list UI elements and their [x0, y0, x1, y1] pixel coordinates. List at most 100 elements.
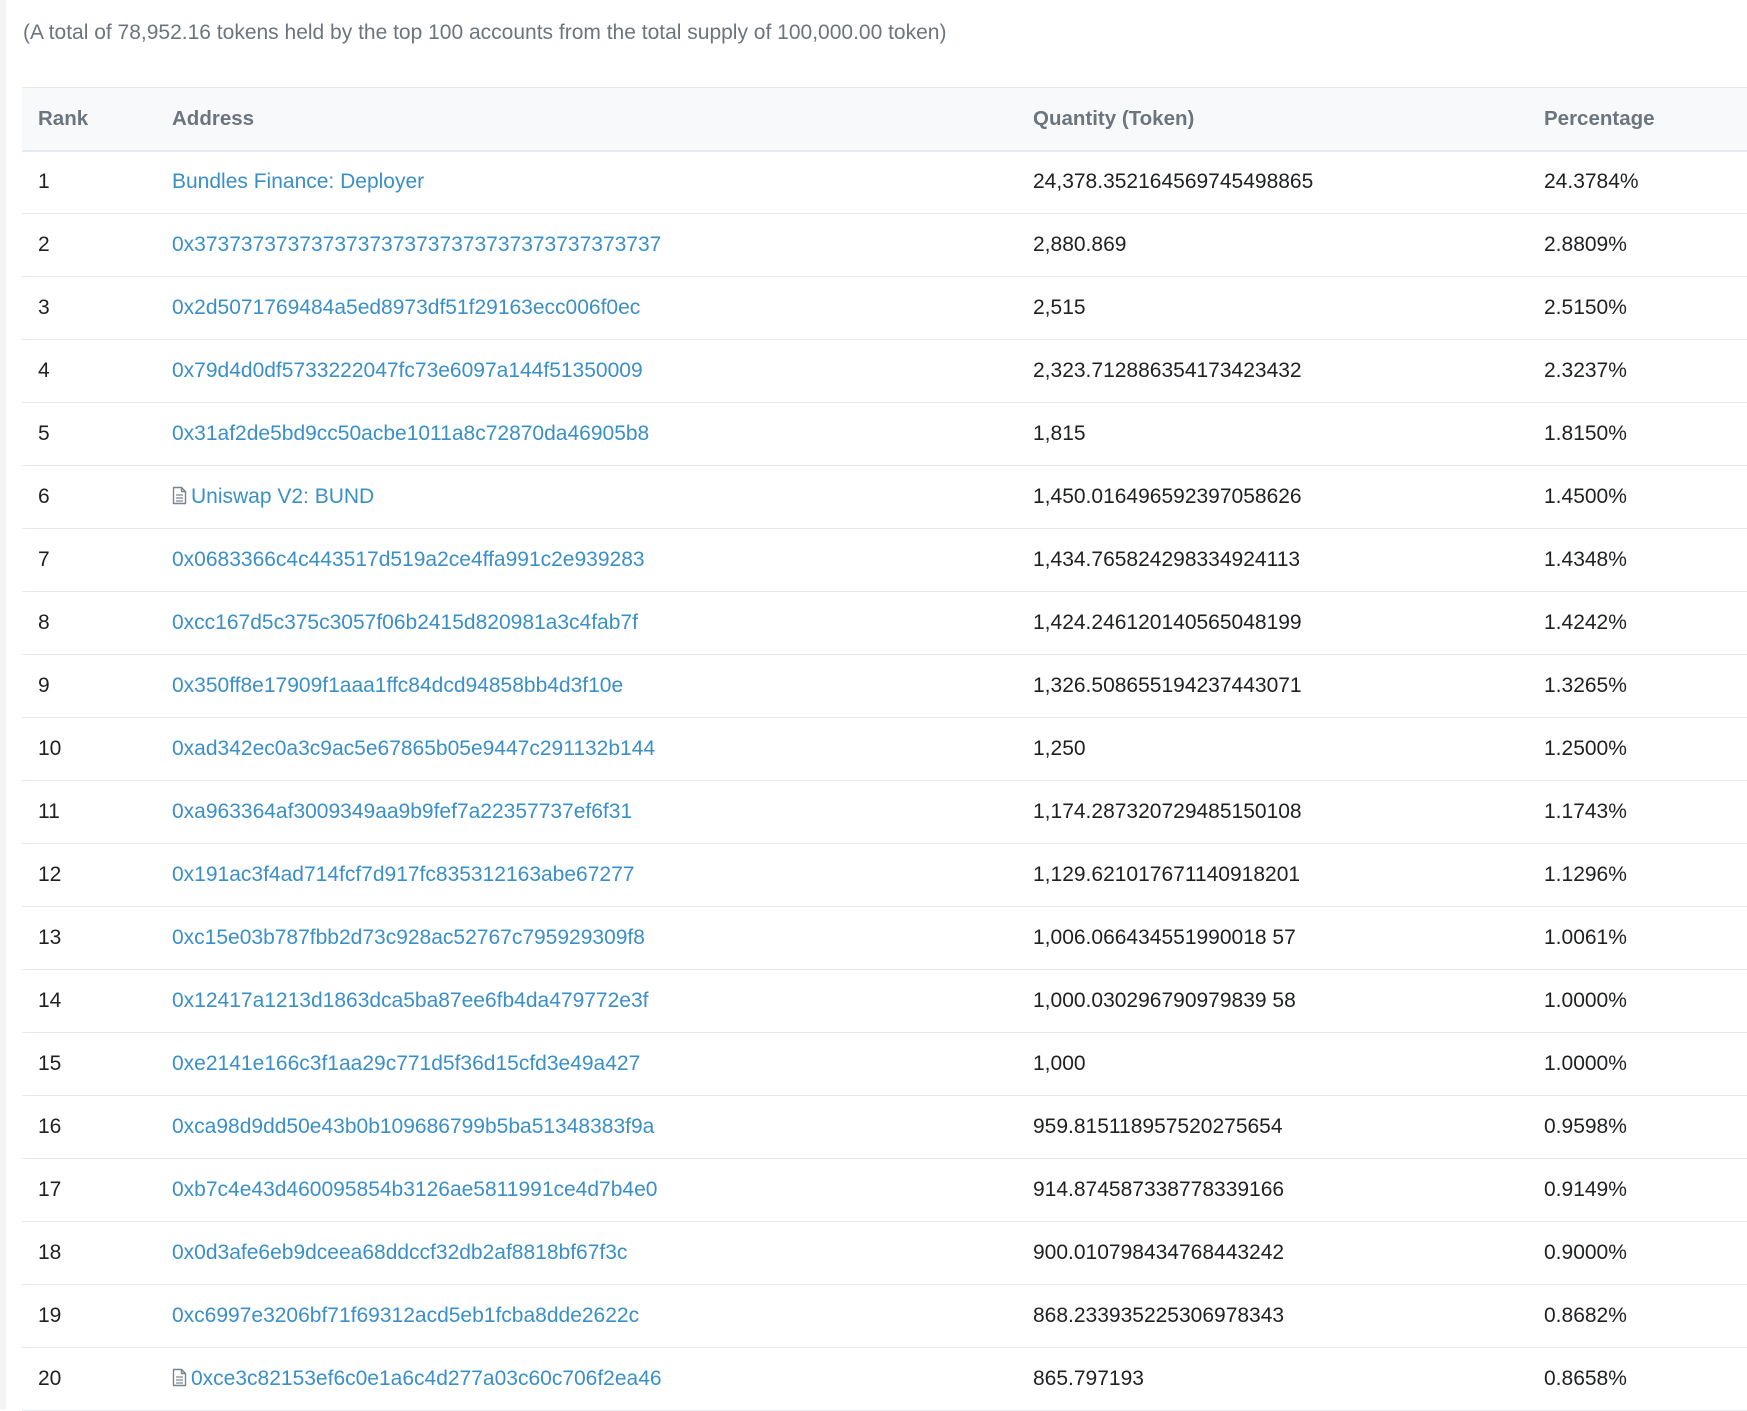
address-cell: 0xca98d9dd50e43b0b109686799b5ba51348383f…: [156, 1096, 1017, 1159]
quantity-cell: 1,174.287320729485150108: [1033, 800, 1302, 823]
address-cell: Uniswap V2: BUND: [156, 466, 1017, 529]
rank-cell: 8: [38, 611, 50, 634]
percentage-cell: 0.9598%: [1544, 1115, 1627, 1138]
table-row: 11 0xa963364af3009349aa9b9fef7a22357737ef…: [22, 781, 1747, 844]
address-cell: 0x79d4d0df5733222047fc73e6097a144f513500…: [156, 340, 1017, 403]
holder-address-link[interactable]: 0x37373737373737373737373737373737373737…: [172, 233, 661, 256]
percentage-cell: 1.1743%: [1544, 800, 1627, 823]
quantity-cell: 1,000: [1033, 1052, 1086, 1075]
holder-address-link[interactable]: 0x0d3afe6eb9dceea68ddccf32db2af8818bf67f…: [172, 1241, 627, 1264]
quantity-cell: 2,515: [1033, 296, 1086, 319]
table-row: 4 0x79d4d0df5733222047fc73e6097a144f51350…: [22, 340, 1747, 403]
address-cell: 0x350ff8e17909f1aaa1ffc84dcd94858bb4d3f1…: [156, 655, 1017, 718]
address-cell: 0x191ac3f4ad714fcf7d917fc835312163abe672…: [156, 844, 1017, 907]
percentage-cell: 0.8658%: [1544, 1367, 1627, 1390]
table-row: 17 0xb7c4e43d460095854b3126ae5811991ce4d7…: [22, 1159, 1747, 1222]
holder-address-link[interactable]: Uniswap V2: BUND: [191, 485, 374, 508]
address-cell: 0xc6997e3206bf71f69312acd5eb1fcba8dde262…: [156, 1285, 1017, 1348]
percentage-cell: 1.0000%: [1544, 989, 1627, 1012]
rank-column-header: Rank: [38, 106, 89, 130]
contract-file-icon: [172, 1368, 187, 1387]
rank-cell: 20: [38, 1367, 62, 1390]
holder-address-link[interactable]: 0xca98d9dd50e43b0b109686799b5ba51348383f…: [172, 1115, 654, 1138]
holder-address-link[interactable]: 0xb7c4e43d460095854b3126ae5811991ce4d7b4…: [172, 1178, 657, 1201]
holder-address-link[interactable]: 0x12417a1213d1863dca5ba87ee6fb4da479772e…: [172, 989, 648, 1012]
token-holders-page: (A total of 78,952.16 tokens held by the…: [0, 0, 1747, 1411]
address-cell: 0xce3c82153ef6c0e1a6c4d277a03c60c706f2ea…: [156, 1348, 1017, 1411]
header-row: Rank Address Quantity (Token) Percentage: [22, 87, 1747, 151]
holder-address-link[interactable]: 0xad342ec0a3c9ac5e67865b05e9447c291132b1…: [172, 737, 655, 760]
quantity-cell: 900.010798434768443242: [1033, 1241, 1285, 1264]
percentage-cell: 1.3265%: [1544, 674, 1627, 697]
address-cell: 0xe2141e166c3f1aa29c771d5f36d15cfd3e49a4…: [156, 1033, 1017, 1096]
holder-address-link[interactable]: 0xce3c82153ef6c0e1a6c4d277a03c60c706f2ea…: [191, 1367, 662, 1390]
quantity-cell: 959.815118957520275654: [1033, 1115, 1283, 1138]
table-row: 15 0xe2141e166c3f1aa29c771d5f36d15cfd3e49…: [22, 1033, 1747, 1096]
table-row: 10 0xad342ec0a3c9ac5e67865b05e9447c291132…: [22, 718, 1747, 781]
table-row: 18 0x0d3afe6eb9dceea68ddccf32db2af8818bf6…: [22, 1222, 1747, 1285]
percentage-cell: 0.8682%: [1544, 1304, 1627, 1327]
table-row: 3 0x2d5071769484a5ed8973df51f29163ecc006f…: [22, 277, 1747, 340]
rank-cell: 13: [38, 926, 62, 949]
holder-address-link[interactable]: 0x2d5071769484a5ed8973df51f29163ecc006f0…: [172, 296, 640, 319]
quantity-cell: 2,323.712886354173423432: [1033, 359, 1302, 382]
address-cell: 0x12417a1213d1863dca5ba87ee6fb4da479772e…: [156, 970, 1017, 1033]
table-row: 13 0xc15e03b787fbb2d73c928ac52767c7959293…: [22, 907, 1747, 970]
quantity-cell: 868.233935225306978343: [1033, 1304, 1285, 1327]
percentage-cell: 0.9149%: [1544, 1178, 1627, 1201]
table-row: 16 0xca98d9dd50e43b0b109686799b5ba5134838…: [22, 1096, 1747, 1159]
quantity-cell: 865.797193: [1033, 1367, 1144, 1390]
table-row: 1 Bundles Finance: Deployer 24,378.3521645…: [22, 151, 1747, 214]
holder-address-link[interactable]: 0x191ac3f4ad714fcf7d917fc835312163abe672…: [172, 863, 634, 886]
quantity-cell: 1,250: [1033, 737, 1086, 760]
rank-cell: 12: [38, 863, 62, 886]
holder-address-link[interactable]: 0x350ff8e17909f1aaa1ffc84dcd94858bb4d3f1…: [172, 674, 623, 697]
rank-cell: 11: [38, 800, 60, 823]
address-cell: 0x31af2de5bd9cc50acbe1011a8c72870da46905…: [156, 403, 1017, 466]
rank-cell: 2: [38, 233, 50, 256]
address-cell: 0x0683366c4c443517d519a2ce4ffa991c2e9392…: [156, 529, 1017, 592]
table-row: 9 0x350ff8e17909f1aaa1ffc84dcd94858bb4d3f…: [22, 655, 1747, 718]
address-column-header: Address: [172, 106, 255, 130]
address-cell: 0xa963364af3009349aa9b9fef7a22357737ef6f…: [156, 781, 1017, 844]
holder-address-link[interactable]: Bundles Finance: Deployer: [172, 170, 424, 193]
table-row: 20 0xce3c82153ef6c0e1a6c4d277a03c60c706f2…: [22, 1348, 1747, 1411]
percentage-cell: 1.4500%: [1544, 485, 1627, 508]
holder-address-link[interactable]: 0xcc167d5c375c3057f06b2415d820981a3c4fab…: [172, 611, 638, 634]
rank-cell: 5: [38, 422, 50, 445]
percentage-cell: 1.0061%: [1544, 926, 1627, 949]
quantity-cell: 914.874587338778339166: [1033, 1178, 1285, 1201]
rank-cell: 16: [38, 1115, 62, 1138]
table-row: 8 0xcc167d5c375c3057f06b2415d820981a3c4fa…: [22, 592, 1747, 655]
percentage-cell: 24.3784%: [1544, 170, 1639, 194]
percentage-cell: 1.2500%: [1544, 737, 1627, 760]
contract-file-icon: [172, 486, 187, 505]
table-row: 14 0x12417a1213d1863dca5ba87ee6fb4da47977…: [22, 970, 1747, 1033]
address-cell: 0xcc167d5c375c3057f06b2415d820981a3c4fab…: [156, 592, 1017, 655]
holder-address-link[interactable]: 0x0683366c4c443517d519a2ce4ffa991c2e9392…: [172, 548, 645, 571]
table-row: 12 0x191ac3f4ad714fcf7d917fc835312163abe6…: [22, 844, 1747, 907]
address-cell: 0x2d5071769484a5ed8973df51f29163ecc006f0…: [156, 277, 1017, 340]
rank-cell: 9: [38, 674, 50, 697]
percentage-cell: 2.8809%: [1544, 233, 1627, 256]
holder-address-link[interactable]: 0xe2141e166c3f1aa29c771d5f36d15cfd3e49a4…: [172, 1052, 640, 1075]
address-cell: 0xb7c4e43d460095854b3126ae5811991ce4d7b4…: [156, 1159, 1017, 1222]
quantity-cell: 1,006.066434551990018 57: [1033, 926, 1296, 949]
holder-address-link[interactable]: 0x31af2de5bd9cc50acbe1011a8c72870da46905…: [172, 422, 649, 445]
rank-cell: 6: [38, 485, 50, 508]
holder-address-link[interactable]: 0xc15e03b787fbb2d73c928ac52767c795929309…: [172, 926, 645, 949]
holder-address-link[interactable]: 0xc6997e3206bf71f69312acd5eb1fcba8dde262…: [172, 1304, 639, 1327]
holder-address-link[interactable]: 0x79d4d0df5733222047fc73e6097a144f513500…: [172, 359, 643, 382]
quantity-cell: 1,000.030296790979839 58: [1033, 989, 1296, 1012]
quantity-column-header: Quantity (Token): [1033, 106, 1195, 130]
quantity-cell: 1,424.246120140565048199: [1033, 611, 1302, 634]
holder-address-link[interactable]: 0xa963364af3009349aa9b9fef7a22357737ef6f…: [172, 800, 632, 823]
table-row: 5 0x31af2de5bd9cc50acbe1011a8c72870da4690…: [22, 403, 1747, 466]
rank-cell: 1: [38, 170, 50, 194]
rank-cell: 3: [38, 296, 50, 319]
rank-cell: 4: [38, 359, 50, 382]
quantity-cell: 1,326.508655194237443071: [1033, 674, 1302, 697]
holders-table-body: 1 Bundles Finance: Deployer 24,378.3521645…: [22, 151, 1747, 1411]
table-row: 19 0xc6997e3206bf71f69312acd5eb1fcba8dde2…: [22, 1285, 1747, 1348]
table-row: 2 0x3737373737373737373737373737373737373…: [22, 214, 1747, 277]
